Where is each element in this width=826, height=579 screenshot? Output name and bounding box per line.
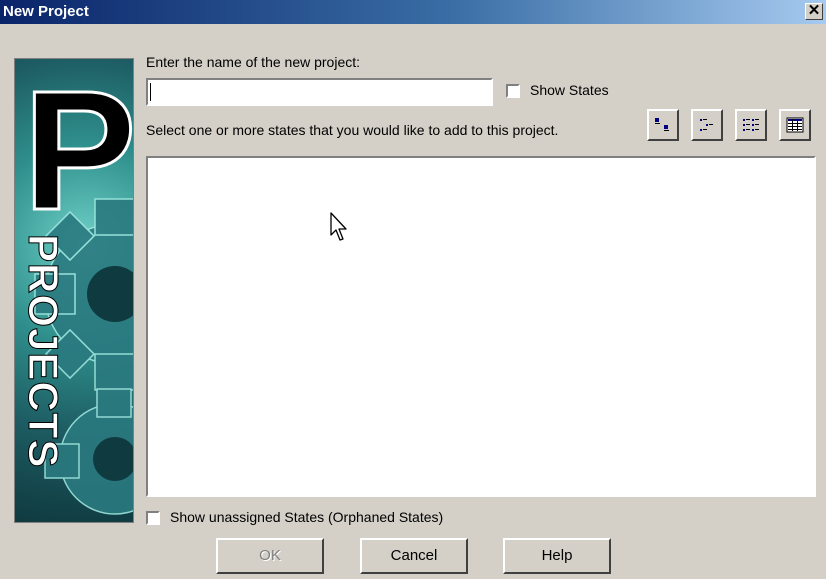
text-caret <box>150 83 151 101</box>
small-icons-view-icon <box>700 119 713 131</box>
banner-letter: P <box>23 59 134 246</box>
title-bar: New Project ✕ <box>0 0 826 24</box>
list-view-button[interactable] <box>735 109 767 141</box>
orphaned-states-checkbox[interactable] <box>146 511 160 525</box>
small-icons-view-button[interactable] <box>691 109 723 141</box>
window-title: New Project <box>3 3 89 20</box>
projects-banner: P PROJECTS <box>14 58 134 523</box>
cancel-button[interactable]: Cancel <box>360 538 468 574</box>
details-view-button[interactable] <box>779 109 811 141</box>
show-states-label[interactable]: Show States <box>530 82 609 98</box>
show-states-checkbox[interactable] <box>506 84 520 98</box>
close-button[interactable]: ✕ <box>805 3 823 20</box>
name-prompt: Enter the name of the new project: <box>146 54 361 70</box>
banner-word: PROJECTS <box>20 234 67 468</box>
mouse-cursor-icon <box>330 212 347 241</box>
close-icon: ✕ <box>807 2 821 19</box>
large-icons-view-button[interactable] <box>647 109 679 141</box>
gear-icon: P PROJECTS <box>20 59 134 515</box>
states-listbox[interactable] <box>146 156 816 497</box>
states-prompt: Select one or more states that you would… <box>146 122 559 138</box>
orphaned-states-label[interactable]: Show unassigned States (Orphaned States) <box>170 509 443 525</box>
ok-button[interactable]: OK <box>216 538 324 574</box>
help-button[interactable]: Help <box>503 538 611 574</box>
list-view-icon <box>743 119 759 131</box>
large-icons-view-icon <box>655 118 669 131</box>
project-name-input[interactable] <box>146 78 493 106</box>
details-view-icon <box>786 117 804 133</box>
